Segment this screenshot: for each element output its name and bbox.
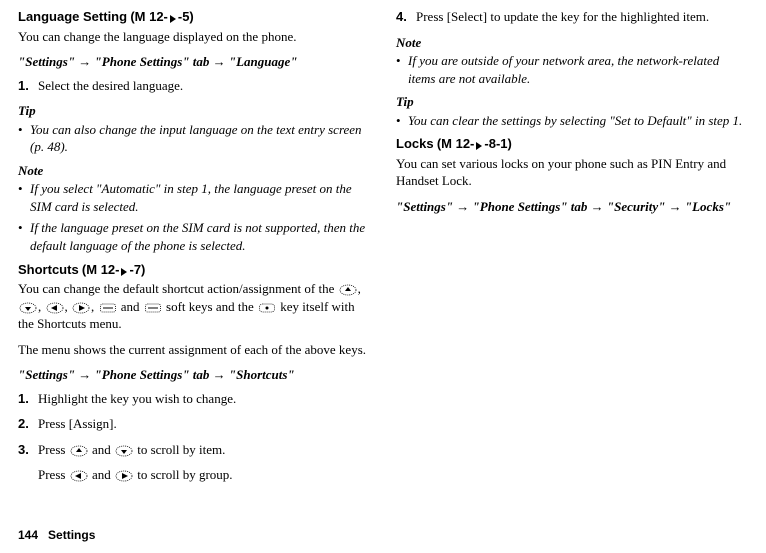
right-arrow-icon xyxy=(120,267,128,277)
tip-text: You can also change the input language o… xyxy=(30,121,368,156)
step-number: 2. xyxy=(18,415,38,433)
sep: , xyxy=(38,299,45,314)
step-number: 1. xyxy=(18,390,38,408)
step-number: 4. xyxy=(396,8,416,26)
mcode-prefix: (M 12- xyxy=(130,9,168,24)
left-key-icon xyxy=(70,470,88,482)
note-text: If you are outside of your network area,… xyxy=(408,52,746,87)
soft-key-icon xyxy=(99,302,117,314)
step-text: Select the desired language. xyxy=(38,77,368,95)
mcode-suffix: -5) xyxy=(178,9,194,24)
page-footer: 144 Settings xyxy=(18,527,95,543)
text-part: and xyxy=(89,442,114,457)
right-arrow-icon xyxy=(475,141,483,151)
shortcuts-nav: "Settings" → "Phone Settings" tab → "Sho… xyxy=(18,366,368,384)
sep: , xyxy=(91,299,98,314)
note-label: Note xyxy=(396,34,746,52)
language-setting-nav: "Settings" → "Phone Settings" tab → "Lan… xyxy=(18,53,368,71)
note-list: • If you select "Automatic" in step 1, t… xyxy=(18,180,368,254)
tip-item: • You can clear the settings by selectin… xyxy=(396,112,746,130)
language-setting-steps: 1. Select the desired language. xyxy=(18,77,368,95)
down-key-icon xyxy=(19,302,37,314)
shortcuts-heading-line: Shortcuts (M 12- -7) xyxy=(18,261,368,279)
bullet-icon: • xyxy=(396,52,408,87)
right-arrow-icon xyxy=(169,14,177,24)
mcode-suffix: -8-1) xyxy=(484,136,511,151)
step-item: 1. Select the desired language. xyxy=(18,77,368,95)
note-text: If you select "Automatic" in step 1, the… xyxy=(30,180,368,215)
shortcuts-intro: You can change the default shortcut acti… xyxy=(18,280,368,333)
bullet-icon: • xyxy=(18,121,30,156)
shortcuts-title: Shortcuts xyxy=(18,262,79,277)
step-item: 3. Press and to scroll by item. xyxy=(18,441,368,459)
soft-key-icon xyxy=(144,302,162,314)
right-key-icon xyxy=(115,470,133,482)
bullet-icon: • xyxy=(18,180,30,215)
shortcuts-mcode: (M 12- -7) xyxy=(82,262,145,277)
mcode-suffix: -7) xyxy=(129,262,145,277)
locks-mcode: (M 12- -8-1) xyxy=(437,136,512,151)
sep: , xyxy=(65,299,72,314)
note-item: • If the language preset on the SIM card… xyxy=(18,219,368,254)
locks-title: Locks xyxy=(396,136,434,151)
tip-text: You can clear the settings by selecting … xyxy=(408,112,746,130)
page-number: 144 xyxy=(18,528,38,542)
note-label: Note xyxy=(18,162,368,180)
locks-heading-line: Locks (M 12- -8-1) xyxy=(396,135,746,153)
bullet-icon: • xyxy=(18,219,30,254)
left-column: Language Setting (M 12- -5) You can chang… xyxy=(18,8,368,492)
sep: , xyxy=(358,281,361,296)
step-text: Press and to scroll by item. xyxy=(38,441,368,459)
locks-intro: You can set various locks on your phone … xyxy=(396,155,746,190)
document-page: Language Setting (M 12- -5) You can chang… xyxy=(0,0,766,553)
tip-list: • You can clear the settings by selectin… xyxy=(396,112,746,130)
two-column-layout: Language Setting (M 12- -5) You can chang… xyxy=(18,8,748,492)
intro-text: You can change the default shortcut acti… xyxy=(18,281,338,296)
step-item: 1. Highlight the key you wish to change. xyxy=(18,390,368,408)
tip-list: • You can also change the input language… xyxy=(18,121,368,156)
sep-and: and xyxy=(118,299,143,314)
mcode-prefix: (M 12- xyxy=(82,262,120,277)
step3-subline: Press and to scroll by group. xyxy=(38,466,368,484)
step-number: 1. xyxy=(18,77,38,95)
language-setting-mcode: (M 12- -5) xyxy=(130,9,193,24)
shortcuts-menu-shows: The menu shows the current assignment of… xyxy=(18,341,368,359)
step-item: 4. Press [Select] to update the key for … xyxy=(396,8,746,26)
step-text: Highlight the key you wish to change. xyxy=(38,390,368,408)
text-part: to scroll by item. xyxy=(134,442,225,457)
up-key-icon xyxy=(339,284,357,296)
center-key-icon xyxy=(258,302,276,314)
up-key-icon xyxy=(70,445,88,457)
tip-label: Tip xyxy=(18,102,368,120)
step-text: Press [Assign]. xyxy=(38,415,368,433)
note-list: • If you are outside of your network are… xyxy=(396,52,746,87)
tip-item: • You can also change the input language… xyxy=(18,121,368,156)
language-setting-intro: You can change the language displayed on… xyxy=(18,28,368,46)
step-item: 2. Press [Assign]. xyxy=(18,415,368,433)
text-part: Press xyxy=(38,442,69,457)
intro-text: soft keys and the xyxy=(163,299,257,314)
left-key-icon xyxy=(46,302,64,314)
tip-label: Tip xyxy=(396,93,746,111)
language-setting-title: Language Setting xyxy=(18,9,127,24)
language-setting-heading-line: Language Setting (M 12- -5) xyxy=(18,8,368,26)
note-item: • If you select "Automatic" in step 1, t… xyxy=(18,180,368,215)
step-text: Press [Select] to update the key for the… xyxy=(416,8,746,26)
shortcuts-steps: 1. Highlight the key you wish to change.… xyxy=(18,390,368,459)
text-part: and xyxy=(89,467,114,482)
note-text: If the language preset on the SIM card i… xyxy=(30,219,368,254)
footer-section: Settings xyxy=(48,528,95,542)
mcode-prefix: (M 12- xyxy=(437,136,475,151)
right-column: 4. Press [Select] to update the key for … xyxy=(396,8,746,492)
text-part: Press xyxy=(38,467,69,482)
shortcuts-steps-cont: 4. Press [Select] to update the key for … xyxy=(396,8,746,26)
step-number: 3. xyxy=(18,441,38,459)
right-key-icon xyxy=(72,302,90,314)
bullet-icon: • xyxy=(396,112,408,130)
down-key-icon xyxy=(115,445,133,457)
text-part: to scroll by group. xyxy=(134,467,233,482)
note-item: • If you are outside of your network are… xyxy=(396,52,746,87)
locks-nav: "Settings" → "Phone Settings" tab → "Sec… xyxy=(396,198,746,216)
